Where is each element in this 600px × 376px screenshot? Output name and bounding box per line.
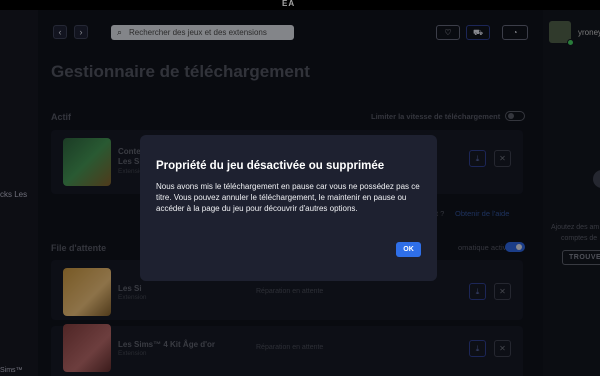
dialog-body: Nous avons mis le téléchargement en paus… [156, 182, 420, 213]
ok-button[interactable]: OK [396, 242, 421, 257]
ownership-dialog: Propriété du jeu désactivée ou supprimée… [140, 135, 437, 281]
dialog-title: Propriété du jeu désactivée ou supprimée [156, 160, 385, 172]
